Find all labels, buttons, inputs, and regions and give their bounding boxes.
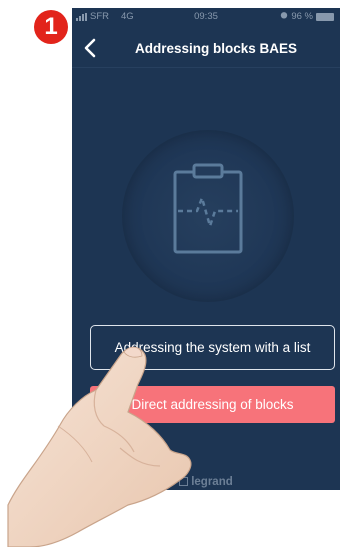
chevron-left-icon[interactable]: [80, 35, 102, 61]
header-divider: [72, 67, 340, 68]
alarm-icon: [280, 11, 288, 22]
battery-percent: 96 %: [291, 11, 313, 22]
navigation-bar: Addressing blocks BAES: [72, 30, 340, 66]
page-title: Addressing blocks BAES: [134, 41, 298, 56]
clipboard-pulse-icon: [173, 163, 243, 254]
pointing-hand-illustration: [7, 346, 192, 547]
status-bar: SFR 4G 09:35 96 %: [72, 8, 340, 26]
status-right: 96 %: [280, 11, 334, 22]
hero-illustration: [122, 130, 294, 302]
battery-icon: [316, 12, 334, 21]
step-number-badge: 1: [34, 10, 68, 44]
